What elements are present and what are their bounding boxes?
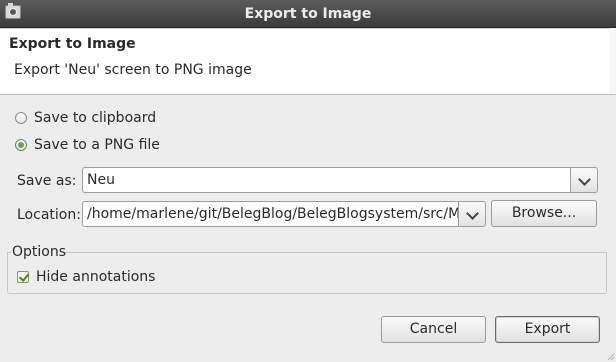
location-label: Location: <box>17 207 81 223</box>
radio-selected-icon[interactable] <box>15 139 27 151</box>
dialog-header: Export to Image Export 'Neu' screen to P… <box>0 28 616 95</box>
location-input[interactable]: /home/marlene/git/BelegBlog/BelegBlogsys… <box>82 201 459 227</box>
radio-label-png: Save to a PNG file <box>34 137 160 153</box>
location-dropdown-button[interactable] <box>458 201 486 227</box>
save-as-label: Save as: <box>17 173 77 189</box>
export-button-label: Export <box>524 321 571 337</box>
radio-save-to-png[interactable]: Save to a PNG file <box>15 137 160 153</box>
resize-grip-icon[interactable] <box>606 352 614 360</box>
window-titlebar[interactable]: Export to Image <box>0 0 616 28</box>
hide-annotations-label: Hide annotations <box>36 269 156 285</box>
header-title: Export to Image <box>9 36 136 52</box>
export-button[interactable]: Export <box>495 316 600 343</box>
options-group-title: Options <box>12 244 67 260</box>
save-as-dropdown-button[interactable] <box>570 167 598 193</box>
radio-label-clipboard: Save to clipboard <box>34 110 157 126</box>
chevron-down-icon <box>466 207 479 220</box>
hide-annotations-checkbox[interactable]: Hide annotations <box>17 269 155 285</box>
radio-save-to-clipboard[interactable]: Save to clipboard <box>15 110 156 126</box>
checkbox-checked-icon[interactable] <box>17 271 29 283</box>
browse-button[interactable]: Browse... <box>491 200 597 227</box>
header-divider <box>0 28 616 29</box>
header-description: Export 'Neu' screen to PNG image <box>14 62 252 78</box>
cancel-button[interactable]: Cancel <box>381 316 486 343</box>
header-edge <box>610 28 616 94</box>
chevron-down-icon <box>578 173 591 186</box>
radio-circle-icon[interactable] <box>15 112 27 124</box>
save-as-input[interactable]: Neu <box>82 167 571 193</box>
window-title: Export to Image <box>244 6 372 22</box>
